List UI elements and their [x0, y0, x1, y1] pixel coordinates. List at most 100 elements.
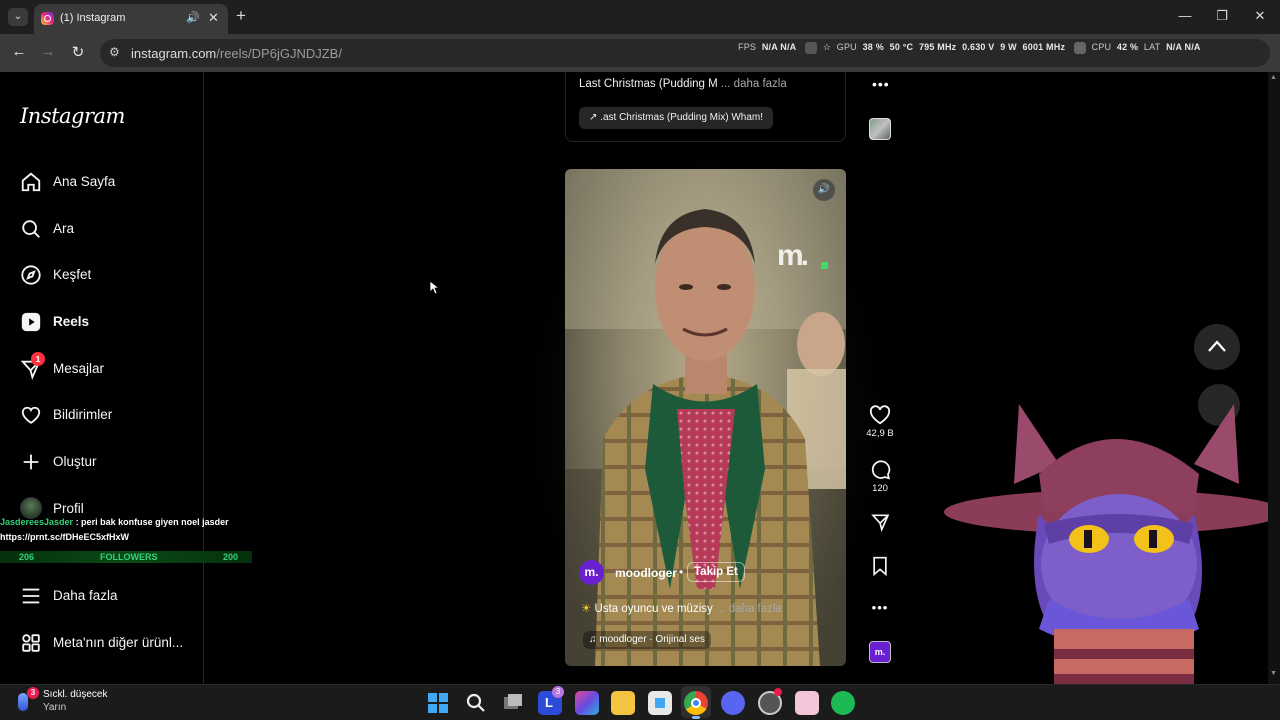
store-icon[interactable] — [648, 691, 672, 715]
comment-icon — [871, 460, 890, 480]
obs-icon[interactable] — [758, 688, 782, 715]
avatar — [20, 497, 42, 519]
scroll-up-arrow[interactable]: ▲ — [1270, 74, 1277, 81]
share-button[interactable] — [866, 512, 894, 532]
previous-more-options-icon[interactable]: ••• — [872, 76, 890, 92]
home-icon — [21, 172, 41, 192]
chat-message: : peri bak konfuse giyen noel jasder — [73, 517, 229, 527]
nav-reels[interactable]: Reels — [20, 308, 200, 338]
vtuber-avatar — [944, 404, 1280, 694]
minimize-button[interactable]: — — [1175, 8, 1195, 23]
audio-thumbnail[interactable]: m. — [869, 641, 891, 663]
url-text[interactable]: instagram.com/reels/DP6jGJNDJZB/ — [131, 46, 342, 61]
like-button[interactable]: 42,9 B — [866, 405, 894, 439]
author-avatar[interactable]: m. — [579, 560, 604, 585]
nav-search[interactable]: Ara — [20, 215, 200, 245]
more-options-icon[interactable]: ••• — [866, 600, 894, 615]
tab-search-button[interactable]: ⌄ — [8, 8, 28, 26]
thermometer-icon — [18, 693, 28, 711]
nav-notifications[interactable]: Bildirimler — [20, 401, 200, 431]
author-name[interactable]: moodloger — [615, 566, 677, 580]
comment-button[interactable]: 120 — [866, 459, 894, 494]
page-scrollbar[interactable] — [1268, 72, 1280, 684]
weather-subtitle: Yarın — [43, 702, 67, 713]
arrow-icon: ↗ — [589, 112, 598, 123]
previous-reel-caption[interactable]: Last Christmas (Pudding M ... daha fazla — [579, 78, 787, 90]
nav-explore[interactable]: Keşfet — [20, 261, 200, 291]
reel-audio-tag[interactable]: ♫ moodloger · Orijinal ses — [583, 631, 711, 649]
weather-title: Sıckl. düşecek — [43, 689, 108, 700]
follow-button[interactable]: Takip Et — [687, 562, 745, 582]
performance-overlay: FPS N/A N/A ☆ GPU 38 % 50 °C 795 MHz 0.6… — [738, 42, 1201, 54]
site-info-icon[interactable]: ⚙ — [109, 45, 120, 59]
ldplayer-icon[interactable]: L3 — [538, 686, 564, 715]
menu-icon — [22, 588, 40, 604]
nav-create[interactable]: Oluştur — [20, 448, 200, 478]
scroll-down-arrow[interactable]: ▼ — [1270, 670, 1277, 677]
reel-video[interactable]: 🔊 m. m. moodloger • Takip Et ☀ Usta oyun… — [565, 169, 846, 666]
nav-label: Meta'nın diğer ürünl... — [53, 635, 184, 650]
nav-label: Reels — [53, 314, 90, 329]
task-view-icon[interactable] — [501, 691, 525, 715]
chrome-icon[interactable] — [684, 691, 708, 715]
chrome-running-indicator — [692, 716, 700, 719]
nav-label: Bildirimler — [53, 407, 113, 422]
search-icon[interactable] — [464, 691, 488, 715]
tab-title: (1) Instagram — [60, 12, 126, 24]
forward-button[interactable]: → — [38, 43, 58, 60]
star-icon[interactable]: ☆ — [823, 42, 831, 52]
previous-reel-button[interactable] — [1194, 324, 1240, 370]
author-separator: • — [679, 565, 684, 579]
reload-button[interactable]: ↻ — [68, 43, 88, 61]
heart-icon — [21, 406, 41, 424]
chat-username: JasdereesJasder — [0, 517, 74, 527]
maximize-button[interactable]: ❐ — [1212, 8, 1232, 24]
like-count: 42,9 B — [866, 428, 894, 439]
nav-messages[interactable]: 1 Mesajlar — [20, 352, 200, 385]
new-tab-button[interactable]: + — [236, 6, 246, 26]
speaker-icon[interactable]: 🔊 — [186, 11, 200, 24]
file-explorer-icon[interactable] — [611, 691, 635, 715]
discord-icon[interactable] — [721, 691, 745, 715]
spotify-icon[interactable] — [831, 691, 855, 715]
heart-icon — [869, 405, 891, 425]
copilot-icon[interactable] — [575, 691, 599, 715]
nav-home[interactable]: Ana Sayfa — [20, 168, 200, 198]
browser-tab[interactable]: (1) Instagram 🔊 ✕ — [34, 4, 228, 34]
watermark-dot — [821, 262, 828, 269]
apps-icon — [22, 634, 40, 652]
compass-icon — [21, 265, 41, 285]
nav-label: Ara — [53, 221, 75, 236]
save-button[interactable] — [866, 556, 894, 576]
mouse-cursor — [429, 280, 439, 295]
extensions-icon[interactable] — [1073, 42, 1086, 54]
previous-audio-thumbnail[interactable] — [869, 118, 891, 140]
followers-label: FOLLOWERS — [100, 552, 158, 562]
reel-caption[interactable]: ☀ Usta oyuncu ve müzisy ... daha fazla — [581, 601, 782, 615]
previous-reel-music-tag[interactable]: ↗ .ast Christmas (Pudding Mix) Wham! — [579, 107, 773, 129]
back-button[interactable]: ← — [9, 43, 29, 60]
tab-close-icon[interactable]: ✕ — [208, 10, 219, 26]
previous-reel-card: Last Christmas (Pudding M ... daha fazla… — [565, 72, 846, 142]
followers-count-right: 200 — [223, 552, 239, 562]
instagram-logo[interactable]: Instagram — [20, 104, 125, 128]
vtube-studio-icon[interactable] — [795, 691, 819, 715]
nav-label: Mesajlar — [53, 361, 105, 376]
nav-label: Daha fazla — [53, 588, 118, 603]
chevron-up-icon — [1208, 340, 1226, 352]
sun-icon: ☀ — [581, 603, 592, 615]
audio-toggle-button[interactable]: 🔊 — [813, 179, 835, 201]
nav-label: Oluştur — [53, 454, 97, 469]
bookmark-icon — [873, 556, 887, 576]
nav-meta-products[interactable]: Meta'nın diğer ürünl... — [20, 629, 200, 659]
windows-start-icon[interactable] — [426, 691, 450, 715]
nav-more[interactable]: Daha fazla — [20, 582, 200, 612]
reels-icon — [21, 312, 41, 332]
chat-link: https://prnt.sc/fDHeEC5xfHxW — [0, 532, 130, 542]
nav-label: Profil — [53, 501, 84, 516]
close-window-button[interactable]: ✕ — [1250, 8, 1270, 24]
music-note-icon: ♫ — [589, 634, 597, 645]
download-icon[interactable] — [805, 42, 818, 54]
nav-label: Keşfet — [53, 267, 92, 282]
share-icon — [870, 514, 889, 532]
